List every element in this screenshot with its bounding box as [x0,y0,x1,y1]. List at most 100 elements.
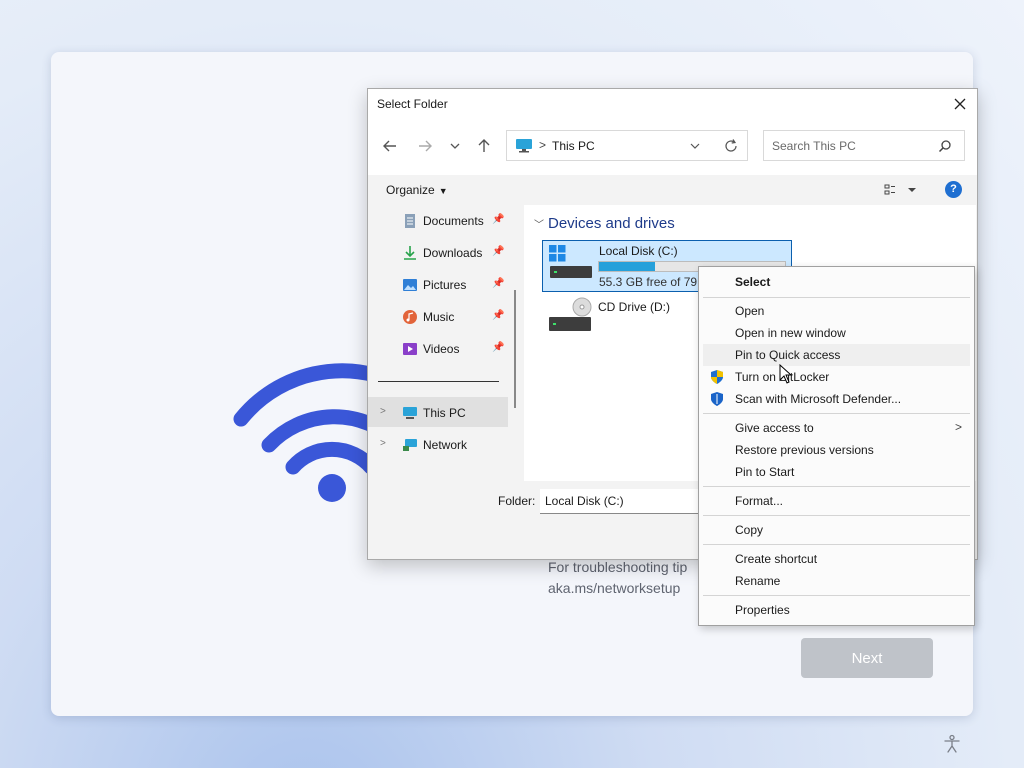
menu-label: Open in new window [735,326,846,340]
downloads-icon [404,246,416,260]
menu-item-properties[interactable]: Properties [699,599,974,621]
nav-item-pictures[interactable]: Pictures 📌 [368,269,508,299]
expand-chevron-icon[interactable]: > [380,406,386,417]
windows-drive-icon [549,245,592,278]
drive-cd-d[interactable]: CD Drive (D:) [542,297,692,337]
menu-item-bitlocker[interactable]: Turn on BitLocker [699,366,974,388]
pin-icon: 📌 [492,246,505,257]
menu-label: Pin to Quick access [735,348,841,362]
cd-drive-icon [549,297,592,331]
organize-caret-icon: ▼ [438,186,448,196]
address-bar[interactable]: > This PC [506,130,748,161]
help-icon[interactable]: ? [945,181,962,198]
menu-item-defender-scan[interactable]: Scan with Microsoft Defender... [699,388,974,410]
nav-label: Videos [423,342,460,356]
network-icon [403,439,417,451]
expand-chevron-icon[interactable]: > [380,438,386,449]
menu-label: Copy [735,523,764,537]
breadcrumb-this-pc[interactable]: This PC [552,139,595,153]
nav-item-downloads[interactable]: Downloads 📌 [368,237,508,267]
pin-icon: 📌 [492,214,505,225]
menu-separator [703,595,970,596]
menu-label: Open [735,304,765,318]
menu-item-pin-start[interactable]: Pin to Start [699,461,974,483]
recent-locations-chevron-icon[interactable] [445,136,465,156]
menu-item-open-new-window[interactable]: Open in new window [699,322,974,344]
navigation-pane: Documents 📌 Downloads 📌 Pictures 📌 Music… [368,205,518,481]
troubleshoot-text: For troubleshooting tip aka.ms/networkse… [548,557,687,599]
nav-scrollbar[interactable] [514,290,516,408]
nav-label: Music [423,310,455,324]
accessibility-icon[interactable] [942,734,962,754]
folder-input[interactable] [540,489,710,514]
nav-item-this-pc[interactable]: > This PC [368,397,508,427]
menu-item-rename[interactable]: Rename [699,570,974,592]
menu-separator [703,515,970,516]
menu-item-give-access[interactable]: Give access to > [699,417,974,439]
search-placeholder: Search This PC [772,139,856,153]
back-arrow-icon[interactable] [380,136,400,156]
menu-item-create-shortcut[interactable]: Create shortcut [699,548,974,570]
videos-icon [403,343,417,355]
menu-separator [703,486,970,487]
nav-item-music[interactable]: Music 📌 [368,301,508,331]
menu-separator [703,297,970,298]
title-bar: Select Folder [368,89,977,119]
nav-item-documents[interactable]: Documents 📌 [368,205,508,235]
section-title: Devices and drives [548,215,675,232]
nav-label: Downloads [423,246,483,260]
search-box[interactable]: Search This PC [763,130,965,161]
menu-separator [703,413,970,414]
section-header[interactable]: ﹀ Devices and drives [534,215,675,232]
nav-divider [378,381,499,382]
drive-usage-fill [599,262,655,271]
menu-label: Give access to [735,421,814,435]
search-icon[interactable] [938,139,952,153]
menu-item-restore-versions[interactable]: Restore previous versions [699,439,974,461]
menu-item-copy[interactable]: Copy [699,519,974,541]
refresh-icon[interactable] [723,138,739,154]
menu-label: Select [735,275,771,289]
menu-item-pin-quick-access[interactable]: Pin to Quick access [703,344,970,366]
defender-icon [711,392,723,406]
nav-item-videos[interactable]: Videos 📌 [368,333,508,363]
shield-icon [711,370,723,384]
up-arrow-icon[interactable] [474,136,494,156]
forward-arrow-icon[interactable] [415,136,435,156]
organize-label: Organize [386,183,435,197]
nav-label: This PC [423,406,466,420]
drive-name: Local Disk (C:) [599,244,678,258]
submenu-chevron-icon: > [954,420,962,434]
folder-label: Folder: [498,494,536,508]
nav-item-network[interactable]: > Network [368,429,508,459]
menu-item-format[interactable]: Format... [699,490,974,512]
menu-label: Properties [735,603,790,617]
menu-label: Create shortcut [735,552,818,566]
close-icon[interactable] [951,95,969,113]
next-button[interactable]: Next [801,638,933,678]
organize-button[interactable]: Organize ▼ [386,183,448,197]
menu-item-open[interactable]: Open [699,300,974,322]
context-menu: Select Open Open in new window Pin to Qu… [698,266,975,626]
music-icon [403,310,417,324]
drive-name: CD Drive (D:) [598,300,670,314]
menu-item-select[interactable]: Select [699,271,974,293]
pin-icon: 📌 [492,342,505,353]
view-options-icon[interactable] [884,184,918,196]
collapse-chevron-icon: ﹀ [534,220,544,231]
nav-label: Pictures [423,278,467,292]
documents-icon [405,214,415,228]
troubleshoot-link[interactable]: aka.ms/networksetup [548,578,687,599]
menu-separator [703,544,970,545]
menu-label: Scan with Microsoft Defender... [735,392,902,406]
address-dropdown-icon[interactable] [689,140,701,152]
menu-label: Restore previous versions [735,443,874,457]
pictures-icon [403,279,417,291]
pin-icon: 📌 [492,310,505,321]
menu-label: Rename [735,574,781,588]
menu-label: Pin to Start [735,465,795,479]
navigation-bar: > This PC Search This PC [368,119,977,175]
mouse-pointer-icon [779,364,793,384]
pin-icon: 📌 [492,278,505,289]
nav-label: Documents [423,214,484,228]
